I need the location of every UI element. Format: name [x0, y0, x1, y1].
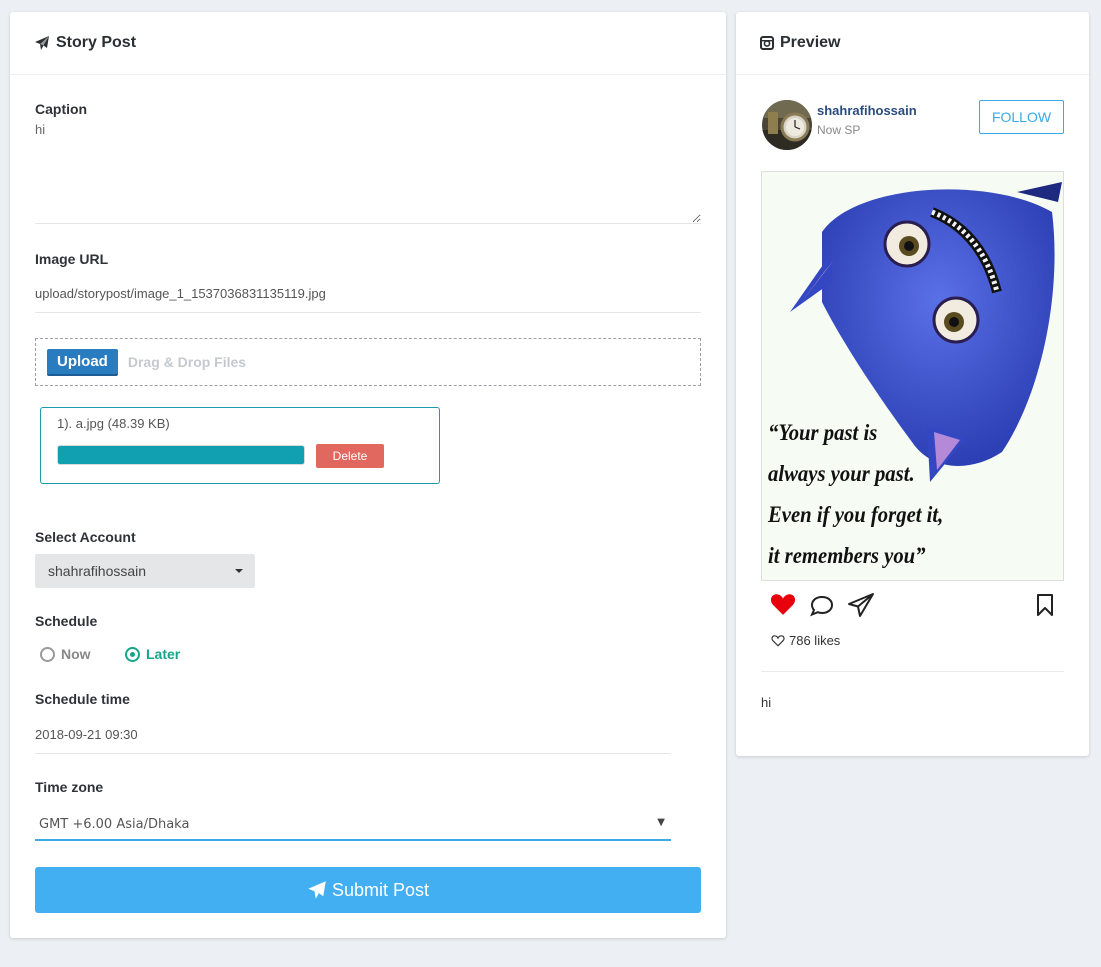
- submit-post-button[interactable]: Submit Post: [35, 867, 701, 913]
- post-image-quote: “Your past is always your past. Even if …: [768, 412, 943, 576]
- preview-header: Preview: [736, 12, 1089, 75]
- caption-textarea[interactable]: hi: [35, 122, 701, 224]
- delete-file-button[interactable]: Delete: [316, 444, 384, 468]
- story-post-header: Story Post: [10, 12, 726, 75]
- schedule-time-value: 2018-09-21 09:30: [35, 727, 138, 742]
- account-select-value: shahrafihossain: [48, 563, 147, 579]
- file-dropzone[interactable]: Upload Drag & Drop Files: [35, 338, 701, 386]
- instagram-icon: [760, 36, 774, 50]
- schedule-time-input[interactable]: 2018-09-21 09:30: [35, 727, 671, 754]
- account-select[interactable]: shahrafihossain: [35, 554, 255, 588]
- likes-text: 786 likes: [789, 633, 841, 648]
- caption-label: Caption: [35, 101, 88, 117]
- divider: [761, 671, 1064, 672]
- triangle-down-icon: ▼: [657, 817, 665, 828]
- schedule-later-radio[interactable]: Later: [125, 646, 180, 662]
- post-image: “Your past is always your past. Even if …: [761, 171, 1064, 581]
- story-post-card: Story Post Caption hi Image URL upload/s…: [10, 12, 726, 938]
- submit-post-label: Submit Post: [331, 879, 430, 900]
- schedule-now-radio[interactable]: Now: [40, 646, 91, 662]
- uploaded-file-item: 1). a.jpg (48.39 KB) Delete: [40, 407, 440, 484]
- bookmark-icon[interactable]: [1035, 593, 1055, 617]
- timezone-select[interactable]: GMT +6.00 Asia/Dhaka ▼: [35, 809, 671, 841]
- timezone-label: Time zone: [35, 779, 104, 795]
- quote-line: “Your past is: [768, 420, 878, 445]
- schedule-time-label: Schedule time: [35, 691, 130, 707]
- preview-caption: hi: [761, 695, 772, 710]
- preview-title: Preview: [780, 34, 841, 51]
- radio-unchecked-icon: [40, 646, 55, 662]
- share-icon[interactable]: [847, 592, 875, 618]
- comment-icon[interactable]: [809, 594, 835, 618]
- image-url-value: upload/storypost/image_1_153703683113511…: [35, 286, 326, 301]
- caret-down-icon: [235, 569, 243, 573]
- quote-line: always your past.: [768, 461, 915, 486]
- image-url-input[interactable]: upload/storypost/image_1_153703683113511…: [35, 286, 701, 313]
- schedule-later-label: Later: [146, 646, 181, 662]
- quote-line: Even if you forget it,: [768, 502, 944, 527]
- story-post-title: Story Post: [56, 34, 137, 51]
- schedule-now-label: Now: [61, 646, 91, 662]
- preview-subline: Now SP: [817, 123, 861, 137]
- radio-checked-icon: [125, 646, 140, 662]
- paper-plane-icon: [308, 881, 326, 899]
- file-name: 1). a.jpg (48.39 KB): [57, 416, 170, 431]
- preview-username[interactable]: shahrafihossain: [817, 103, 917, 118]
- follow-button[interactable]: FOLLOW: [979, 100, 1064, 134]
- paper-plane-icon: [35, 36, 49, 50]
- drop-hint: Drag & Drop Files: [127, 354, 247, 370]
- avatar: [762, 100, 812, 150]
- heart-outline-icon: [771, 635, 785, 647]
- upload-progress-bar: [57, 445, 305, 465]
- preview-card: Preview shahrafihossain Now SP FOLLOW “Y…: [736, 12, 1089, 756]
- likes-count: 786 likes: [771, 633, 840, 648]
- schedule-label: Schedule: [35, 613, 98, 629]
- select-account-label: Select Account: [35, 529, 136, 545]
- upload-button[interactable]: Upload: [47, 348, 118, 376]
- image-url-label: Image URL: [35, 251, 109, 267]
- timezone-value: GMT +6.00 Asia/Dhaka: [39, 816, 190, 832]
- quote-line: it remembers you”: [768, 543, 926, 568]
- heart-icon[interactable]: [770, 592, 796, 616]
